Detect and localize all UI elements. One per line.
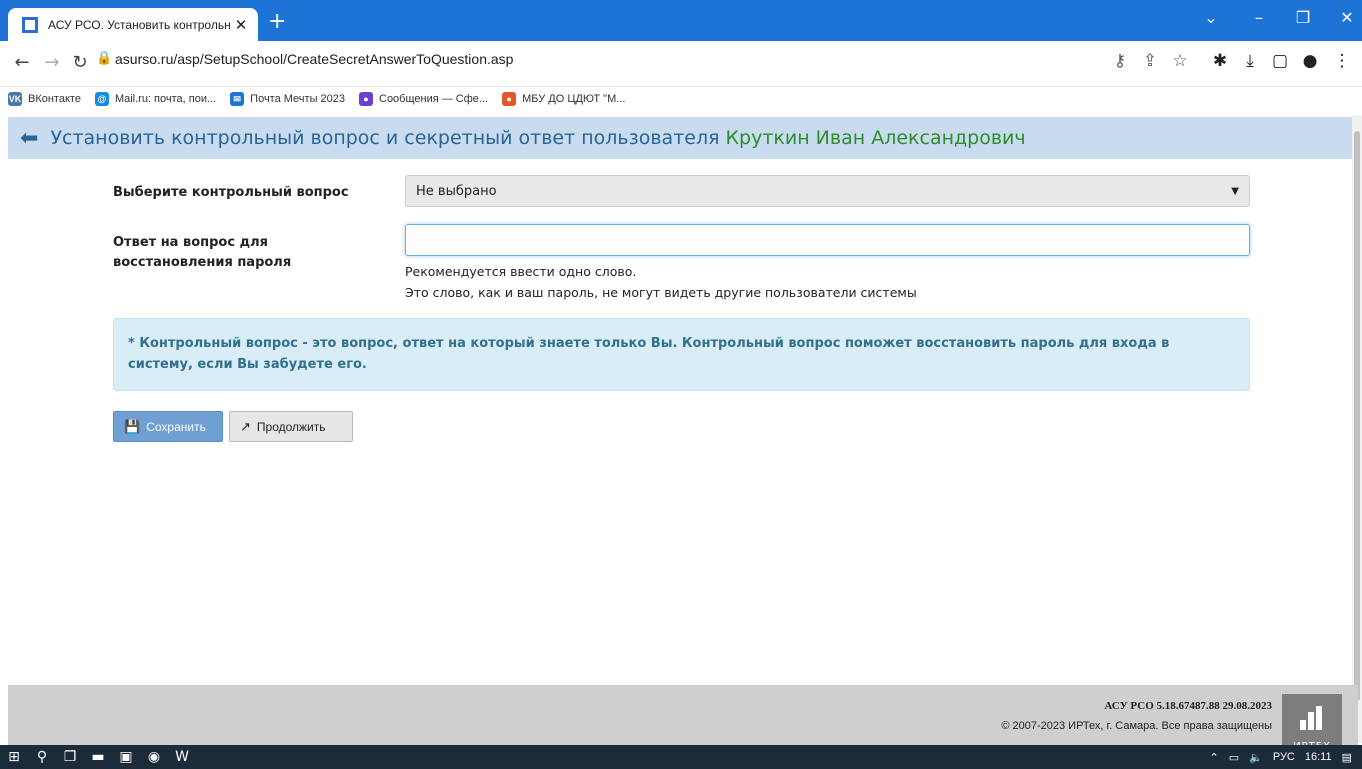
floppy-disk-icon: 💾 <box>124 418 141 434</box>
question-select[interactable]: Не выбрано ▼ <box>405 175 1250 207</box>
browser-toolbar: ← → ↻ 🔒 asurso.ru/asp/SetupSchool/Create… <box>0 41 1362 87</box>
network-icon[interactable]: ▭ <box>1229 751 1239 764</box>
vk-icon: VK <box>8 92 22 106</box>
bookmarks-bar: VK ВКонтакте @ Mail.ru: почта, пои... ✉ Почта… <box>0 87 1362 111</box>
forward-icon[interactable]: → <box>40 52 64 73</box>
page-scrollbar[interactable] <box>1352 115 1362 743</box>
chrome-icon[interactable]: ◉ <box>140 745 168 769</box>
menu-icon[interactable]: ⋮ <box>1330 51 1354 71</box>
minimize-icon[interactable]: – <box>1248 8 1270 27</box>
word-icon[interactable]: W <box>168 745 196 769</box>
bookmark-label: ВКонтакте <box>28 93 81 105</box>
password-key-icon[interactable]: ⚷ <box>1108 51 1132 71</box>
bookmark-item[interactable]: ● Сообщения — Сфе... <box>359 92 488 106</box>
search-icon[interactable]: ⚲ <box>28 745 56 769</box>
download-icon[interactable]: ⤓ <box>1238 51 1262 71</box>
back-arrow-icon[interactable]: ⬅ <box>20 126 38 151</box>
volume-icon[interactable]: 🔈 <box>1249 751 1263 764</box>
profile-icon[interactable]: ● <box>1298 51 1322 71</box>
answer-input[interactable] <box>405 224 1250 256</box>
sphere-icon: ● <box>359 92 373 106</box>
mail-icon: ✉ <box>230 92 245 106</box>
scrollbar-thumb[interactable] <box>1354 131 1360 701</box>
bookmark-label: МБУ ДО ЦДЮТ "М... <box>522 93 626 105</box>
hint-one-word: Рекомендуется ввести одно слово. <box>405 264 637 279</box>
question-select-value: Не выбрано <box>416 183 497 199</box>
hint-privacy: Это слово, как и ваш пароль, не могут ви… <box>405 285 917 300</box>
bookmark-item[interactable]: ✉ Почта Мечты 2023 <box>230 92 345 106</box>
mailru-icon: @ <box>94 92 109 106</box>
task-view-icon[interactable]: ❐ <box>56 745 84 769</box>
external-link-icon: ↗ <box>240 418 251 434</box>
site-favicon-icon <box>22 16 38 33</box>
restore-icon[interactable]: ❐ <box>1292 8 1314 27</box>
share-icon[interactable]: ⇪ <box>1138 51 1162 71</box>
tab-search-icon[interactable]: ⌄ <box>1200 8 1222 27</box>
info-alert: * Контрольный вопрос - это вопрос, ответ… <box>113 318 1250 391</box>
lock-icon[interactable]: 🔒 <box>96 51 112 66</box>
windows-taskbar: ⊞ ⚲ ❐ ▬ ▣ ◉ W ⌃ ▭ 🔈 РУС 16:11 ▤ <box>0 745 1362 769</box>
tab-close-icon[interactable]: ✕ <box>232 16 250 34</box>
continue-button[interactable]: ↗ Продолжить <box>229 411 353 442</box>
page-content: ⬅ Установить контрольный вопрос и секрет… <box>0 115 1358 685</box>
bookmark-item[interactable]: @ Mail.ru: почта, пои... <box>94 92 217 106</box>
dropdown-arrow-icon: ▼ <box>1231 185 1239 197</box>
address-bar[interactable]: asurso.ru/asp/SetupSchool/CreateSecretAn… <box>115 51 513 67</box>
tray-chevron-icon[interactable]: ⌃ <box>1210 751 1219 764</box>
new-tab-button[interactable]: + <box>268 9 286 34</box>
window-close-icon[interactable]: ✕ <box>1336 8 1358 27</box>
bookmark-label: Почта Мечты 2023 <box>250 93 345 105</box>
continue-button-label: Продолжить <box>256 419 326 434</box>
side-panel-icon[interactable]: ▢ <box>1268 51 1292 71</box>
reload-icon[interactable]: ↻ <box>68 52 92 73</box>
language-indicator[interactable]: РУС <box>1273 751 1295 763</box>
tab-title: АСУ РСО. Установить контрольн <box>48 17 231 32</box>
page-footer: АСУ РСО 5.18.67487.88 29.08.2023 © 2007-… <box>8 685 1358 754</box>
browser-tab[interactable]: АСУ РСО. Установить контрольн ✕ <box>8 8 258 41</box>
save-button[interactable]: 💾 Сохранить <box>113 411 223 442</box>
bookmark-label: Сообщения — Сфе... <box>379 93 489 105</box>
bookmark-star-icon[interactable]: ☆ <box>1168 51 1192 71</box>
answer-label: Ответ на вопрос для восстановления парол… <box>113 235 292 270</box>
back-icon[interactable]: ← <box>10 52 34 73</box>
extensions-icon[interactable]: ✱ <box>1208 51 1232 71</box>
clock[interactable]: 16:11 <box>1305 751 1332 763</box>
version-info: АСУ РСО 5.18.67487.88 29.08.2023 <box>1104 700 1272 712</box>
cdyut-icon: ● <box>502 92 517 106</box>
question-label: Выберите контрольный вопрос <box>113 185 349 200</box>
page-title: Установить контрольный вопрос и секретны… <box>50 127 1026 149</box>
system-tray: ⌃ ▭ 🔈 РУС 16:11 ▤ <box>1200 745 1352 769</box>
bookmark-label: Mail.ru: почта, пои... <box>114 93 217 105</box>
page-header: ⬅ Установить контрольный вопрос и секрет… <box>8 117 1358 159</box>
save-button-label: Сохранить <box>146 419 206 434</box>
copyright: © 2007-2023 ИРТех, г. Самара. Все права … <box>1001 720 1272 732</box>
file-explorer-icon[interactable]: ▬ <box>84 745 112 769</box>
notifications-icon[interactable]: ▤ <box>1342 751 1352 764</box>
bookmark-item[interactable]: VK ВКонтакте <box>8 92 81 106</box>
windows-start-icon[interactable]: ⊞ <box>0 745 28 769</box>
store-icon[interactable]: ▣ <box>112 745 140 769</box>
browser-tab-strip: АСУ РСО. Установить контрольн ✕ + ⌄ – ❐ … <box>0 0 1362 41</box>
bookmark-item[interactable]: ● МБУ ДО ЦДЮТ "М... <box>502 92 625 106</box>
user-name: Круткин Иван Александрович <box>725 127 1026 149</box>
